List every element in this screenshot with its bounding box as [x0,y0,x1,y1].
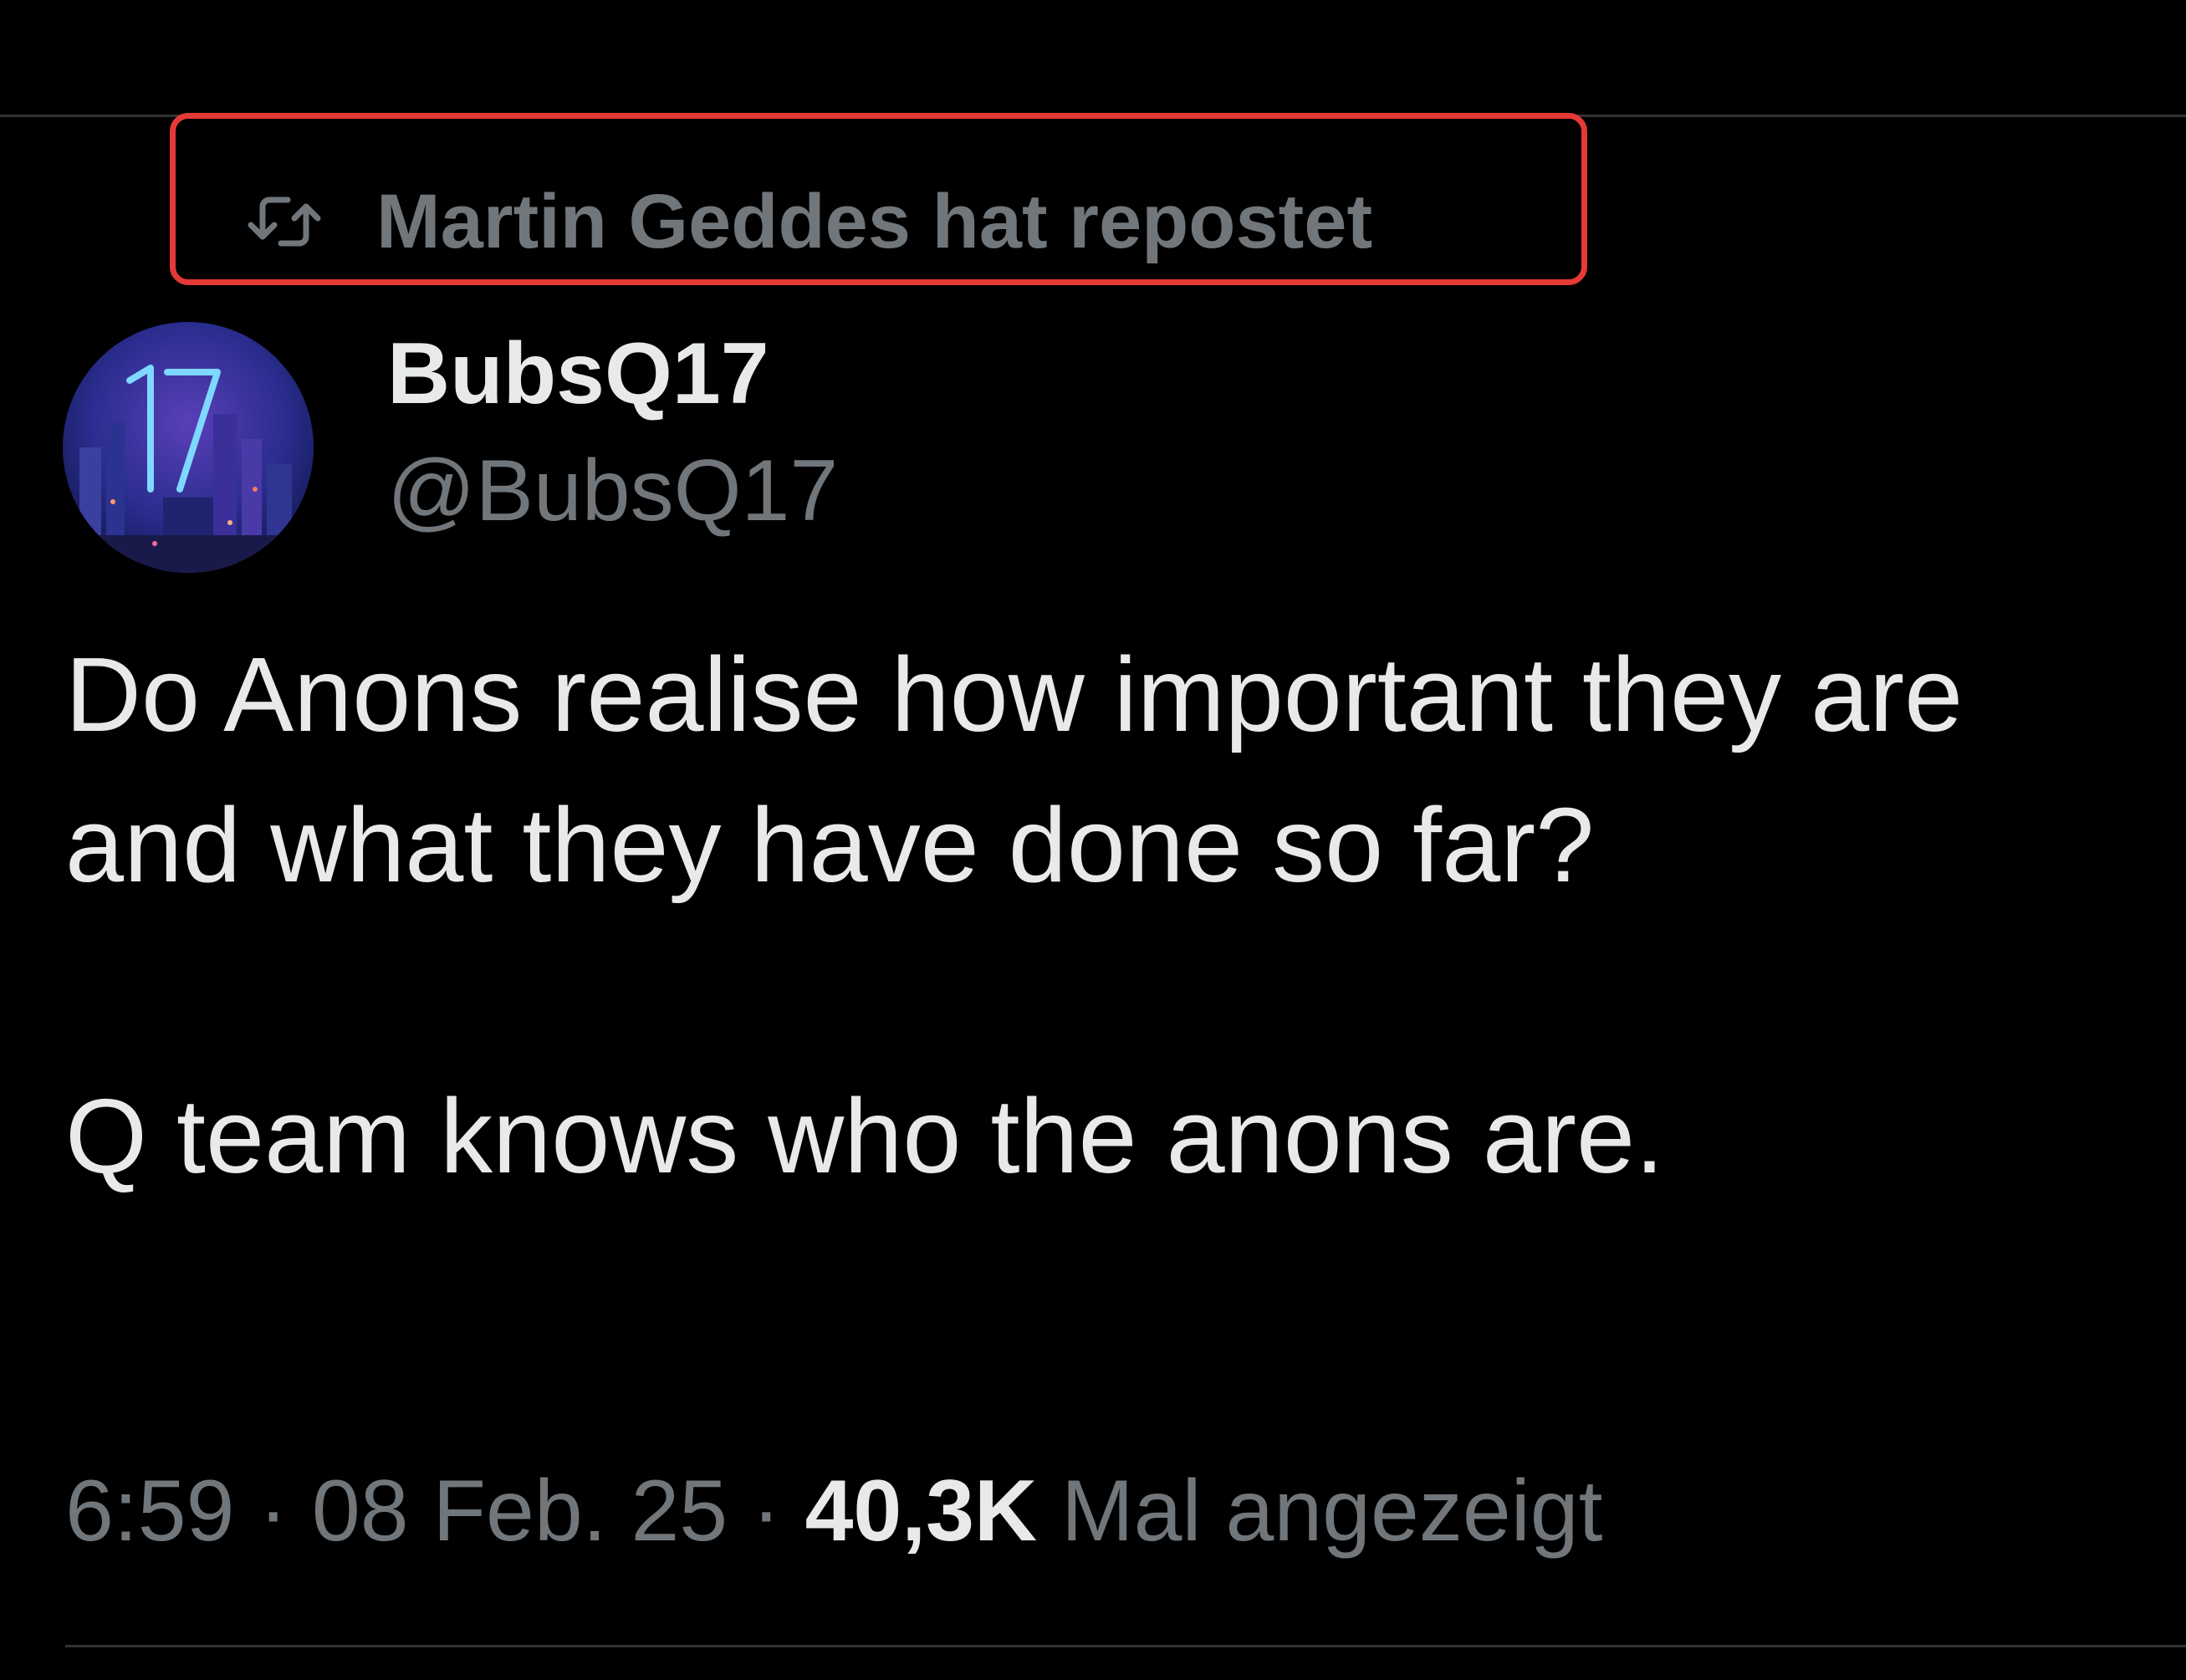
tweet-meta: 6:59 · 08 Feb. 25 · 40,3K Mal angezeigt [65,1459,1603,1564]
author-handle[interactable]: @BubsQ17 [387,439,838,544]
repost-indicator[interactable]: Martin Geddes hat repostet [243,176,1372,268]
author-display-name[interactable]: BubsQ17 [387,322,769,426]
tweet-text-line: Q team knows who the anons are. [65,1077,1665,1195]
views-count: 40,3K [804,1463,1038,1560]
bottom-divider [65,1645,2186,1647]
repost-icon [243,188,326,255]
views-label: Mal angezeigt [1061,1463,1603,1560]
tweet-time[interactable]: 6:59 [65,1463,234,1560]
avatar[interactable] [63,322,314,573]
meta-separator: · [752,1463,781,1560]
meta-separator: · [258,1463,288,1560]
tweet-text-line: Do Anons realise how important they are [65,636,1964,753]
tweet-text-line: and what they have done so far? [65,786,1595,904]
tweet-date[interactable]: 08 Feb. 25 [312,1463,728,1560]
repost-label: Martin Geddes hat repostet [376,178,1373,264]
